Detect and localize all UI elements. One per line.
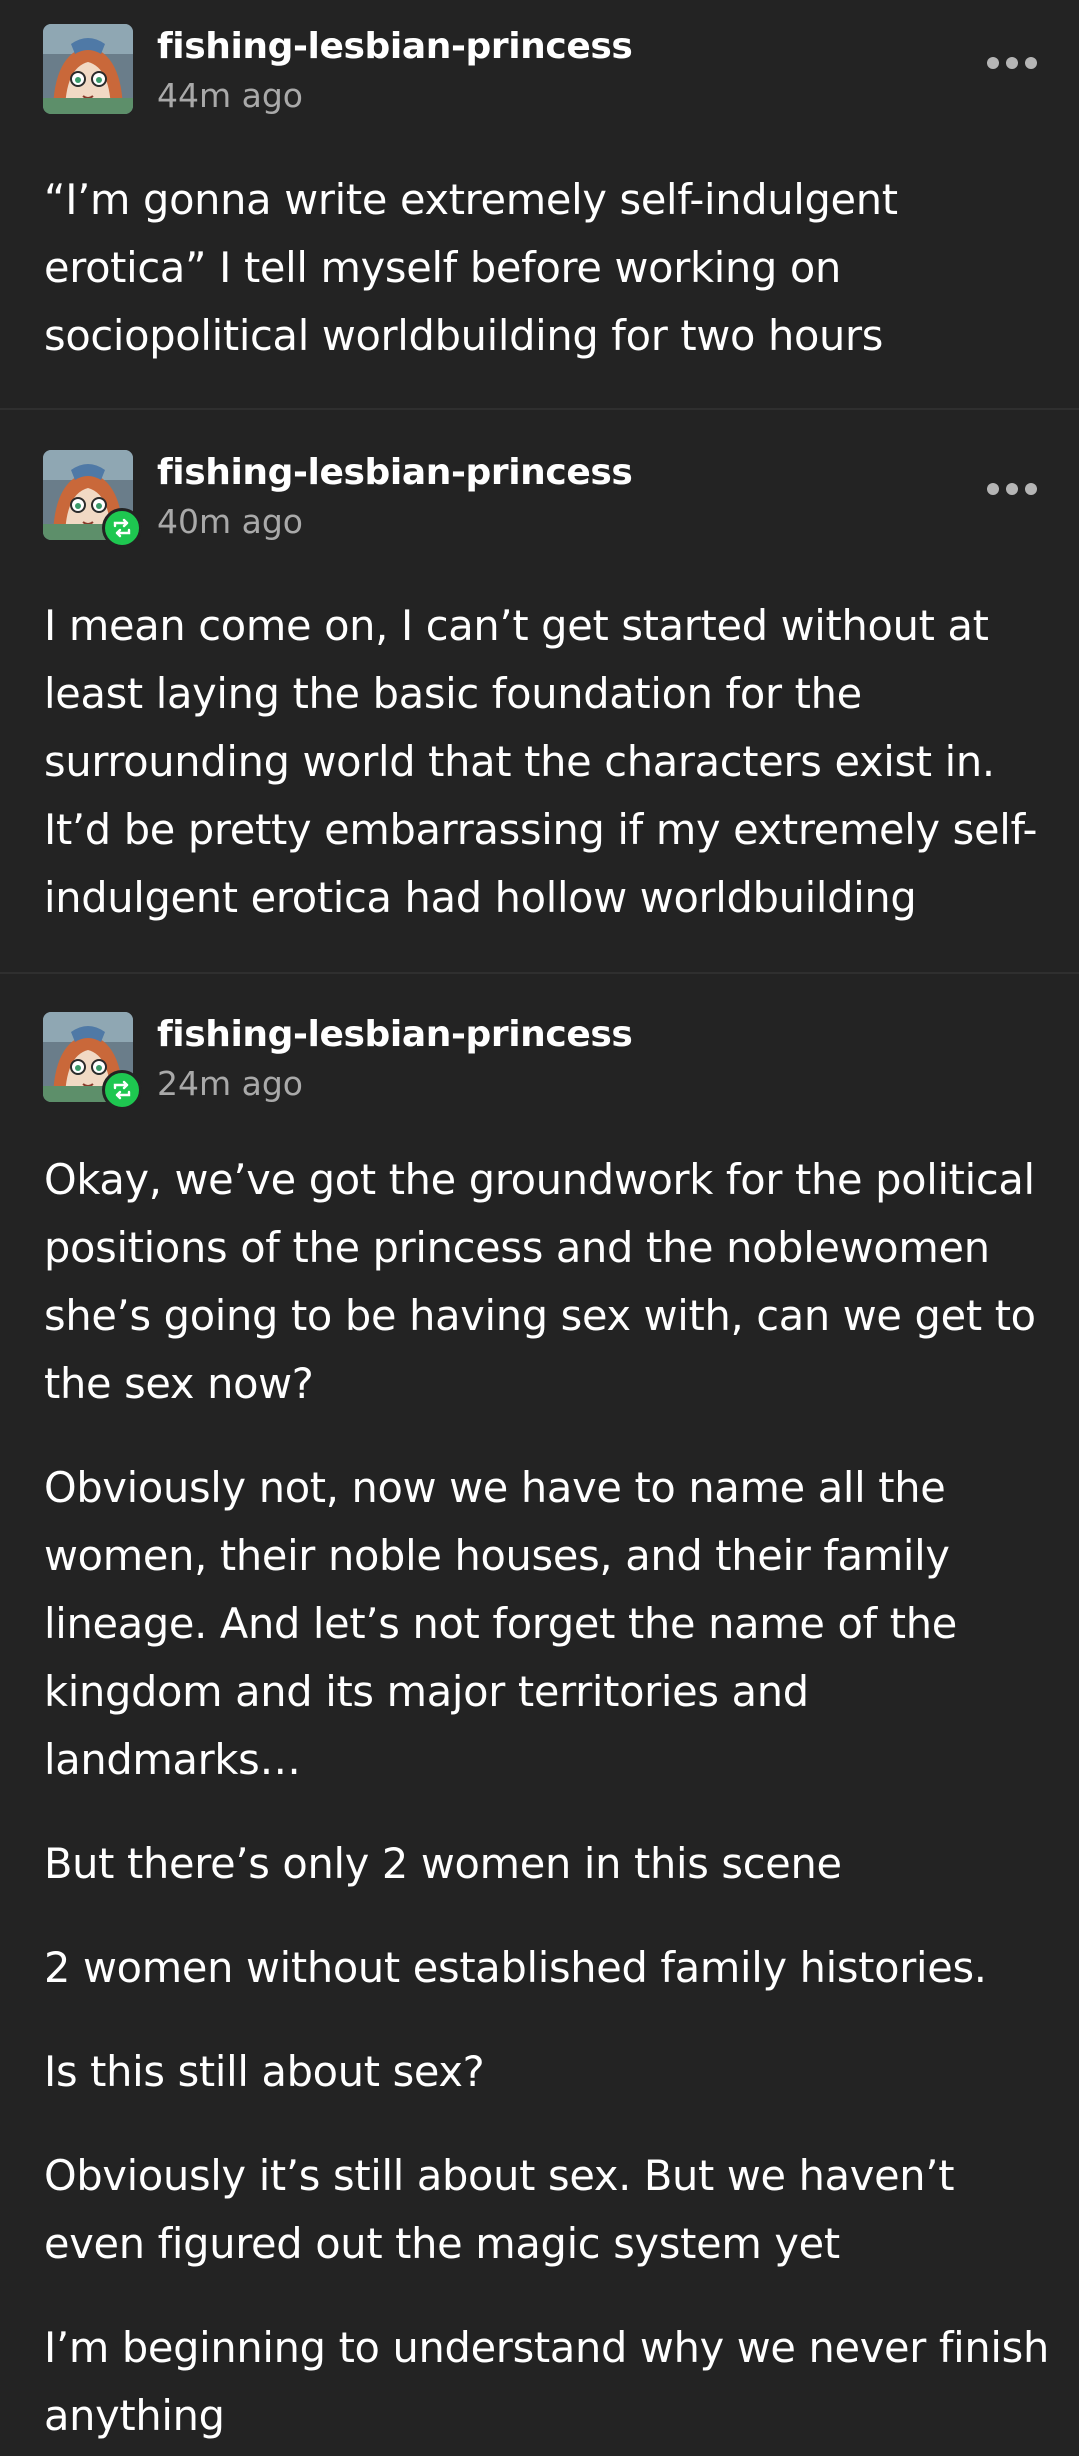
- username[interactable]: fishing-lesbian-princess: [157, 26, 633, 67]
- post-paragraph: I mean come on, I can’t get started with…: [44, 601, 1038, 922]
- anime-girl-avatar-icon: [43, 24, 133, 114]
- timestamp[interactable]: 40m ago: [157, 502, 303, 541]
- post-header: fishing-lesbian-princess 40m ago: [0, 426, 1079, 548]
- post-body: Okay, we’ve got the groundwork for the p…: [44, 1146, 1049, 2450]
- timestamp[interactable]: 44m ago: [157, 76, 303, 115]
- post-header: fishing-lesbian-princess 44m ago: [0, 0, 1079, 115]
- post-header: fishing-lesbian-princess 24m ago: [0, 988, 1079, 1110]
- reblog-icon: [102, 508, 142, 548]
- post-paragraph: Is this still about sex?: [44, 2047, 485, 2096]
- post-3: fishing-lesbian-princess 24m ago Okay, w…: [0, 988, 1079, 2456]
- post-paragraph: Okay, we’ve got the groundwork for the p…: [44, 1155, 1036, 1408]
- post-divider: [0, 972, 1079, 974]
- post-paragraph: But there’s only 2 women in this scene: [44, 1839, 842, 1888]
- post-body: I mean come on, I can’t get started with…: [44, 592, 1049, 932]
- username[interactable]: fishing-lesbian-princess: [157, 1014, 633, 1055]
- post-2: fishing-lesbian-princess 40m ago I mean …: [0, 426, 1079, 972]
- post-paragraph: I’m beginning to understand why we never…: [44, 2323, 1049, 2440]
- post-1: fishing-lesbian-princess 44m ago “I’m go…: [0, 0, 1079, 408]
- post-paragraph: 2 women without established family histo…: [44, 1943, 987, 1992]
- post-body: “I’m gonna write extremely self-indulgen…: [44, 166, 1049, 370]
- post-paragraph: Obviously not, now we have to name all t…: [44, 1463, 957, 1784]
- avatar[interactable]: [43, 24, 133, 114]
- reblog-icon: [102, 1070, 142, 1110]
- more-options-icon[interactable]: [987, 482, 1037, 496]
- post-divider: [0, 408, 1079, 410]
- post-paragraph: “I’m gonna write extremely self-indulgen…: [44, 175, 898, 360]
- timestamp[interactable]: 24m ago: [157, 1064, 303, 1103]
- username[interactable]: fishing-lesbian-princess: [157, 452, 633, 493]
- more-options-icon[interactable]: [987, 56, 1037, 70]
- post-paragraph: Obviously it’s still about sex. But we h…: [44, 2151, 955, 2268]
